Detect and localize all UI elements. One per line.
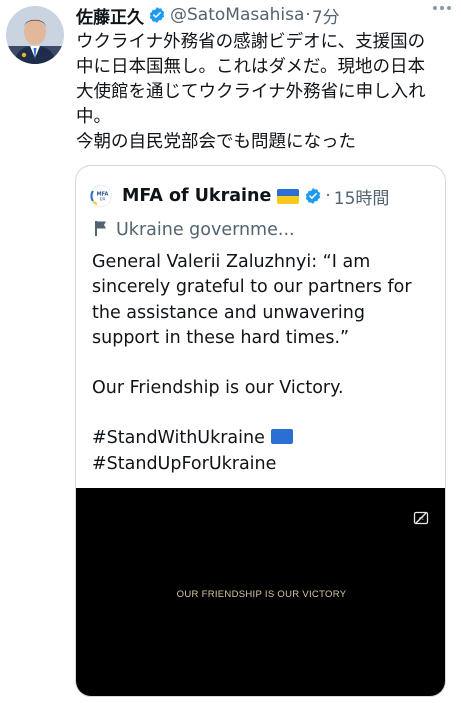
account-context-text: Ukraine governme...	[116, 220, 295, 240]
logo-text-bottom: UA	[100, 197, 106, 202]
more-icon[interactable]	[433, 6, 451, 10]
avatar-image	[6, 6, 64, 64]
quoted-text-line: sincerely grateful to our partners for	[92, 277, 412, 298]
quoted-text-line: General Valerii Zaluzhnyi: “I am	[92, 252, 371, 272]
verified-badge-icon	[304, 187, 322, 205]
quoted-timestamp[interactable]: 15時間	[334, 184, 390, 209]
account-context-label: Ukraine governme...	[94, 217, 295, 243]
tweet-text: ウクライナ外務省の感謝ビデオに、支援国の 中に日本国無し。これはダメだ。現地の日…	[76, 30, 452, 155]
tweet-text-line: 今朝の自民党部会でも問題になった	[76, 132, 356, 152]
quoted-text-line	[92, 351, 437, 376]
tweet-header: 佐藤正久 @SatoMasahisa · 7分	[76, 2, 451, 28]
tweet-text-line: 中。	[76, 107, 111, 127]
hashtag-line: #StandWithUkraine	[92, 426, 437, 451]
video-player[interactable]: cc OUR FRIENDSHIP IS OUR VICTORY	[76, 488, 445, 696]
video-caption-text: OUR FRIENDSHIP IS OUR VICTORY	[176, 589, 347, 600]
timestamp[interactable]: 7分	[312, 3, 340, 28]
hashtag-link[interactable]: #StandUpForUkraine	[92, 454, 276, 474]
handle[interactable]: @SatoMasahisa	[170, 5, 304, 25]
tweet-text-line: ウクライナ外務省の感謝ビデオに、支援国の	[76, 32, 426, 52]
quoted-text-line: the assistance and unwavering	[92, 302, 365, 323]
ukraine-flag-icon	[277, 188, 300, 204]
tweet-text-line: 中に日本国無し。これはダメだ。現地の日本	[76, 57, 425, 77]
quoted-tweet-text: General Valerii Zaluzhnyi: “I am sincere…	[92, 250, 437, 477]
quoted-text-line: Our Friendship is our Victory.	[92, 378, 344, 399]
svg-text:cc: cc	[419, 517, 424, 522]
quoted-display-name[interactable]: MFA of Ukraine	[122, 186, 271, 206]
captions-icon[interactable]: cc	[413, 510, 429, 530]
mfa-logo[interactable]: MFA UA	[90, 185, 112, 207]
ukraine-flag-icon	[270, 429, 293, 445]
flag-icon	[94, 220, 108, 241]
quoted-text-line	[92, 401, 437, 426]
quoted-separator: ·	[325, 186, 331, 206]
hashtag-line: #StandUpForUkraine	[92, 452, 437, 477]
tweet-text-line: 大使館を通じてウクライナ外務省に申し入れ	[76, 82, 426, 102]
verified-badge-icon	[148, 6, 166, 24]
hashtag-link[interactable]: #StandWithUkraine	[92, 428, 265, 448]
display-name[interactable]: 佐藤正久	[76, 3, 144, 28]
quoted-tweet-header: MFA UA MFA of Ukraine · 15時間	[90, 183, 389, 209]
avatar[interactable]	[6, 6, 64, 64]
quoted-text-line: support in these hard times.”	[92, 327, 350, 348]
separator: ·	[305, 5, 311, 25]
quoted-tweet[interactable]: MFA UA MFA of Ukraine · 15時間 Ukraine gov…	[75, 165, 446, 697]
